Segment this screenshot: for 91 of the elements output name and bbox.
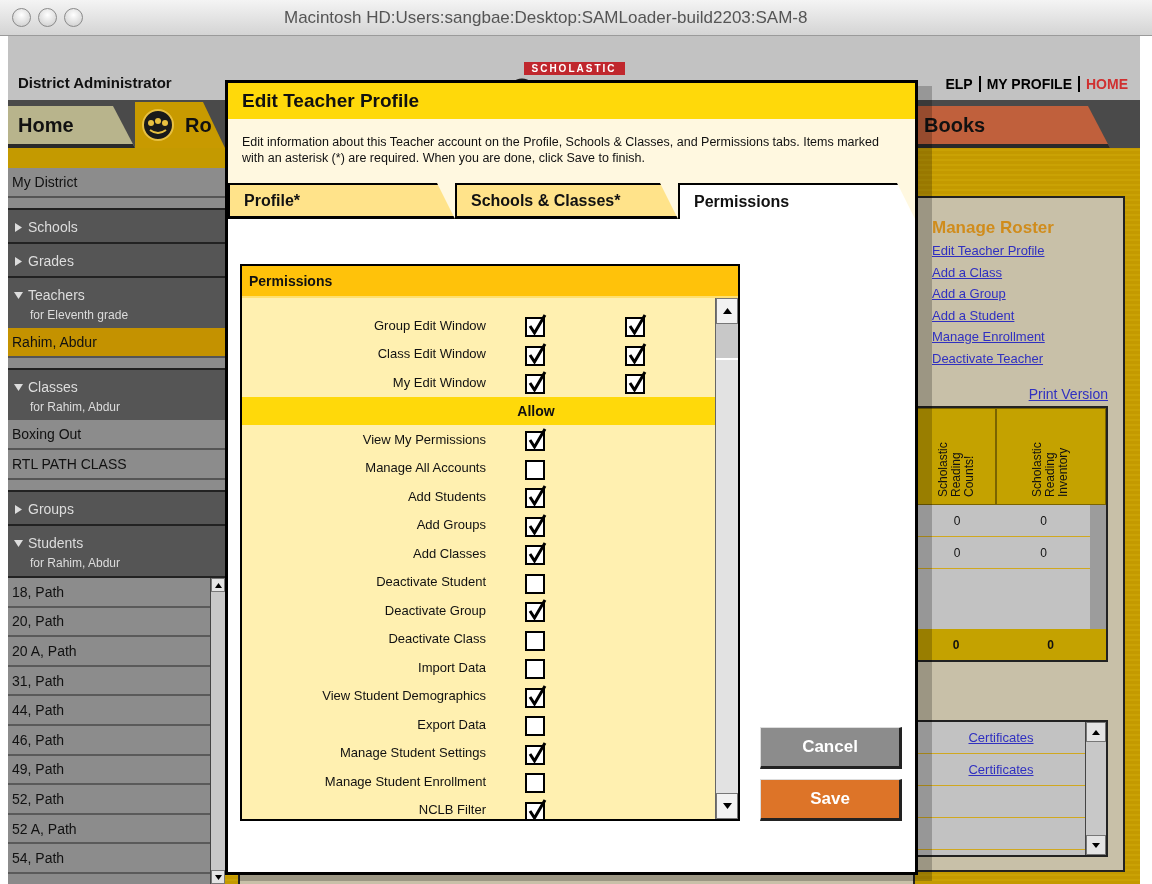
action-link[interactable]: Edit Teacher Profile — [932, 240, 1045, 262]
tab[interactable]: Profile* — [228, 183, 455, 219]
save-button[interactable]: Save — [760, 779, 902, 821]
scrollbar[interactable] — [715, 298, 738, 819]
scroll-up-icon — [722, 308, 732, 314]
scroll-down-icon — [214, 874, 222, 880]
checkbox[interactable] — [525, 598, 547, 623]
scroll-up-icon — [1092, 729, 1100, 735]
permission-label: NCLB Filter — [417, 802, 486, 818]
permission-label: Add Classes — [412, 545, 486, 561]
close-button[interactable] — [12, 8, 31, 27]
scrollbar[interactable] — [1090, 505, 1106, 629]
checkbox[interactable] — [525, 512, 547, 537]
sidebar-item[interactable]: Rahim, Abdur — [8, 328, 225, 358]
instructions-text: Edit information about this Teacher account on the Profile, Schools & Classes, and Permissions tabs. Items marked with an asterisk (*) are required. When you are done, click Save to finish. — [241, 134, 880, 166]
checkbox[interactable] — [525, 313, 547, 338]
section-header[interactable]: Groups — [28, 501, 74, 517]
table-cell-text: 0 — [952, 513, 962, 528]
permission-label: Manage Student Enrollment — [323, 773, 486, 789]
brand-badge: SCHOLASTIC — [523, 62, 625, 75]
scrollbar-thumb[interactable] — [716, 324, 738, 360]
nav-tab[interactable]: Home — [8, 106, 135, 148]
scrollbar[interactable] — [1085, 722, 1106, 855]
minimize-button[interactable] — [38, 8, 57, 27]
nav-tab[interactable]: Ro — [135, 102, 225, 148]
certificates-link[interactable]: Certificates — [968, 762, 1034, 777]
checkbox[interactable] — [525, 740, 547, 765]
header-link[interactable]: ELP — [939, 76, 979, 92]
permission-label: Export Data — [416, 716, 486, 732]
panel-header: Permissions — [242, 266, 738, 298]
checkbox[interactable] — [525, 427, 547, 452]
scroll-down-icon — [1092, 842, 1100, 848]
table-cell-text: 0 — [1039, 545, 1048, 560]
scroll-up-icon — [214, 582, 222, 588]
permission-label: Deactivate Student — [375, 574, 486, 590]
checkbox[interactable] — [525, 541, 547, 566]
header-link[interactable]: MY PROFILE — [978, 76, 1078, 92]
people-icon — [141, 108, 175, 142]
section-header[interactable]: Schools — [28, 219, 78, 235]
action-link[interactable]: Manage Enrollment — [932, 326, 1045, 348]
action-link[interactable]: Add a Class — [932, 261, 1003, 283]
column-header: Scholastic Reading Counts! — [917, 408, 996, 505]
header-link[interactable]: HOME — [1078, 76, 1134, 92]
section-band: Allow — [242, 396, 715, 425]
permission-label: My Edit Window — [391, 374, 486, 390]
action-link[interactable]: Deactivate Teacher — [932, 347, 1044, 369]
section-header[interactable]: Classes — [28, 379, 78, 395]
section-subtitle: for Eleventh grade — [29, 308, 130, 322]
action-link[interactable]: Add a Group — [932, 283, 1006, 305]
checkbox[interactable] — [525, 484, 547, 509]
permission-label: View My Permissions — [361, 431, 486, 447]
column-header: Scholastic Reading Inventory — [995, 408, 1106, 505]
panel-title: Manage Roster — [932, 218, 1055, 238]
section-subtitle: for Rahim, Abdur — [29, 556, 122, 570]
table-cell-text: 0 — [952, 545, 962, 560]
checkbox[interactable] — [625, 341, 647, 366]
section-header[interactable]: Teachers — [28, 287, 85, 303]
total-cell-text: 0 — [951, 637, 961, 652]
checkbox[interactable] — [525, 683, 547, 708]
dialog-title: Edit Teacher Profile — [228, 83, 915, 119]
action-link[interactable]: Add a Student — [932, 304, 1015, 326]
section-subtitle: for Rahim, Abdur — [29, 400, 122, 414]
permission-label: Manage Student Settings — [339, 745, 486, 761]
checkbox[interactable] — [525, 797, 547, 819]
tab[interactable]: Permissions — [678, 183, 915, 219]
table-cell-text: 0 — [1039, 513, 1048, 528]
checkbox[interactable] — [525, 370, 547, 395]
window-title: Macintosh HD:Users:sangbae:Desktop:SAMLoader-build2203:SAM-8 — [283, 7, 808, 28]
permission-label: Deactivate Class — [387, 631, 486, 647]
checkbox[interactable] — [625, 370, 647, 395]
user-role: District Administrator — [17, 74, 173, 93]
print-link[interactable]: Print Version — [1028, 386, 1108, 402]
cancel-button[interactable]: Cancel — [760, 727, 902, 769]
permission-label: Import Data — [417, 659, 486, 675]
section-header[interactable]: Students — [28, 535, 84, 551]
section-header[interactable]: Grades — [28, 253, 74, 269]
permission-label: Manage All Accounts — [364, 460, 486, 476]
checkbox[interactable] — [525, 341, 547, 366]
total-cell-text: 0 — [1046, 637, 1055, 652]
permission-label: Group Edit Window — [373, 317, 486, 333]
checkbox[interactable] — [625, 313, 647, 338]
permission-label: Add Groups — [415, 517, 486, 533]
permission-label: Deactivate Group — [383, 602, 486, 618]
certificates-link[interactable]: Certificates — [968, 730, 1034, 745]
tab[interactable]: Schools & Classes* — [455, 183, 678, 219]
permission-label: Add Students — [406, 488, 486, 504]
permission-label: Class Edit Window — [376, 346, 486, 362]
zoom-button[interactable] — [64, 8, 83, 27]
scrollbar[interactable] — [210, 578, 225, 884]
scroll-down-icon — [722, 803, 732, 809]
permission-label: View Student Demographics — [321, 688, 486, 704]
